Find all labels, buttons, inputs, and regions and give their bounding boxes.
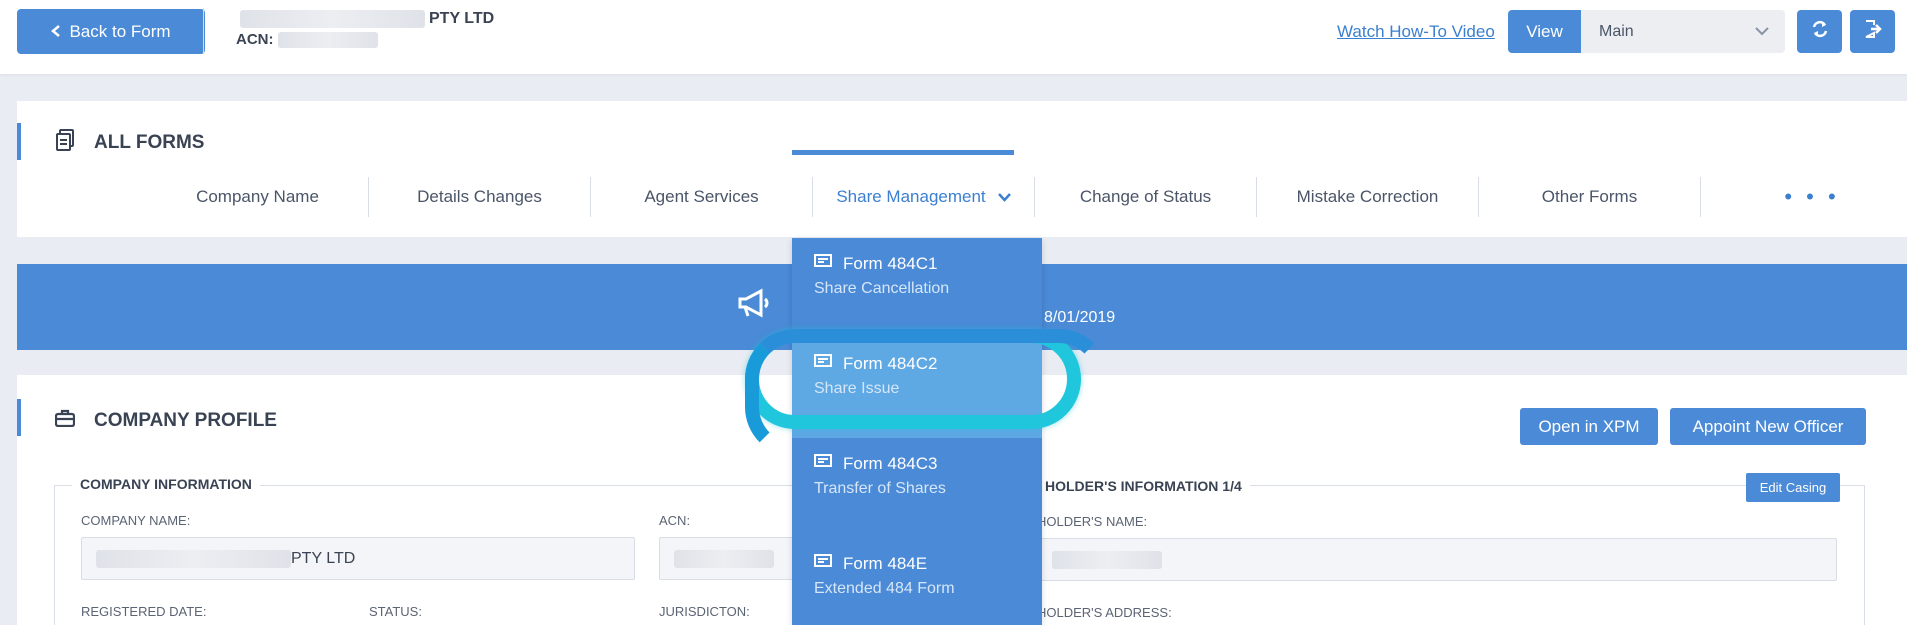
view-selected-value: Main	[1599, 22, 1634, 40]
banner-date: 8/01/2019	[1044, 309, 1116, 326]
tab-more[interactable]: • • •	[1701, 177, 1907, 217]
acn-label: ACN:	[236, 31, 274, 48]
refresh-icon	[1811, 20, 1829, 44]
company-profile-heading: COMPANY PROFILE	[54, 409, 277, 433]
view-selector[interactable]: View Main	[1508, 10, 1785, 53]
form-description: Transfer of Shares	[814, 480, 946, 497]
redacted-company-name	[96, 549, 291, 568]
redacted-company-name	[240, 10, 425, 28]
acn-header: ACN:	[236, 31, 378, 48]
back-label: Back to Form	[69, 21, 171, 41]
company-profile-title: COMPANY PROFILE	[94, 410, 277, 431]
company-name-value: PTY LTD	[291, 549, 356, 567]
tab-company-name[interactable]: Company Name	[147, 177, 369, 217]
tab-label: Other Forms	[1541, 187, 1638, 206]
tab-label: Change of Status	[1079, 187, 1212, 206]
company-name-header: PTY LTD	[240, 10, 494, 28]
tab-label: Company Name	[196, 187, 319, 206]
registered-date-label: REGISTERED DATE:	[81, 604, 207, 619]
holder-name-field[interactable]	[1037, 538, 1837, 581]
card-accent	[17, 123, 21, 160]
form-icon	[814, 454, 832, 474]
view-label: View	[1508, 10, 1581, 53]
more-icon: • • •	[1784, 184, 1840, 209]
acn-label: ACN:	[659, 513, 691, 528]
watch-how-to-video-link[interactable]: Watch How-To Video	[1337, 22, 1495, 42]
sign-out-icon	[1863, 19, 1883, 45]
forms-icon	[55, 129, 75, 157]
view-select[interactable]: Main	[1581, 10, 1785, 53]
chevron-down-icon	[1755, 23, 1769, 41]
sign-out-button[interactable]	[1850, 10, 1895, 53]
tab-label: Agent Services	[644, 187, 759, 206]
tab-other-forms[interactable]: Other Forms	[1479, 177, 1701, 217]
dropdown-item-form-484e[interactable]: Form 484E Extended 484 Form	[792, 538, 1042, 625]
form-code: Form 484E	[843, 554, 928, 573]
redacted-holder-name	[1052, 550, 1162, 569]
redacted-acn	[277, 31, 378, 48]
form-icon	[814, 254, 832, 274]
tab-change-of-status[interactable]: Change of Status	[1035, 177, 1257, 217]
all-forms-title: ALL FORMS	[94, 132, 205, 153]
top-bar: Back to Form PTY LTD ACN: Watch How-To V…	[0, 0, 1907, 74]
card-accent	[17, 399, 21, 436]
all-forms-heading: ALL FORMS	[55, 129, 204, 157]
open-in-xpm-button[interactable]: Open in XPM	[1520, 408, 1658, 445]
form-code: Form 484C1	[843, 254, 938, 273]
dropdown-item-form-484c1[interactable]: Form 484C1 Share Cancellation	[792, 238, 1042, 338]
holder-address-label: HOLDER'S ADDRESS:	[1037, 605, 1172, 620]
form-code: Form 484C3	[843, 454, 938, 473]
acn-field[interactable]	[659, 537, 809, 580]
megaphone-icon	[737, 288, 773, 323]
holder-name-label: HOLDER'S NAME:	[1037, 514, 1148, 529]
chevron-left-icon	[51, 22, 61, 42]
tab-details-changes[interactable]: Details Changes	[369, 177, 591, 217]
chevron-down-icon	[997, 187, 1011, 207]
company-name-label: COMPANY NAME:	[81, 513, 191, 528]
tab-share-management[interactable]: Share Management	[813, 177, 1035, 217]
form-description: Share Cancellation	[814, 280, 950, 297]
form-icon	[814, 554, 832, 574]
edit-casing-button[interactable]: Edit Casing	[1746, 473, 1840, 502]
redacted-acn	[674, 549, 774, 568]
holder-information-legend: HOLDER'S INFORMATION 1/4	[1037, 478, 1250, 494]
tab-label: Share Management	[836, 187, 986, 206]
refresh-button[interactable]	[1797, 10, 1842, 53]
company-information-legend: COMPANY INFORMATION	[72, 476, 260, 492]
back-to-form-button[interactable]: Back to Form	[17, 9, 205, 54]
all-forms-card: ALL FORMS Company Name Details Changes A…	[17, 101, 1907, 237]
company-name-suffix: PTY LTD	[429, 10, 495, 27]
briefcase-icon	[54, 409, 76, 433]
company-name-field[interactable]: PTY LTD	[81, 537, 635, 580]
appoint-new-officer-button[interactable]: Appoint New Officer	[1670, 408, 1866, 445]
jurisdiction-label: JURISDICTON:	[659, 604, 750, 619]
tab-agent-services[interactable]: Agent Services	[591, 177, 813, 217]
divider	[203, 8, 204, 54]
forms-tabs: Company Name Details Changes Agent Servi…	[147, 177, 1907, 217]
tab-label: Details Changes	[417, 187, 542, 206]
active-tab-indicator	[792, 150, 1014, 155]
tab-mistake-correction[interactable]: Mistake Correction	[1257, 177, 1479, 217]
highlight-ring	[745, 329, 1109, 457]
status-label: STATUS:	[369, 604, 422, 619]
tab-label: Mistake Correction	[1296, 187, 1439, 206]
form-description: Extended 484 Form	[814, 580, 955, 597]
